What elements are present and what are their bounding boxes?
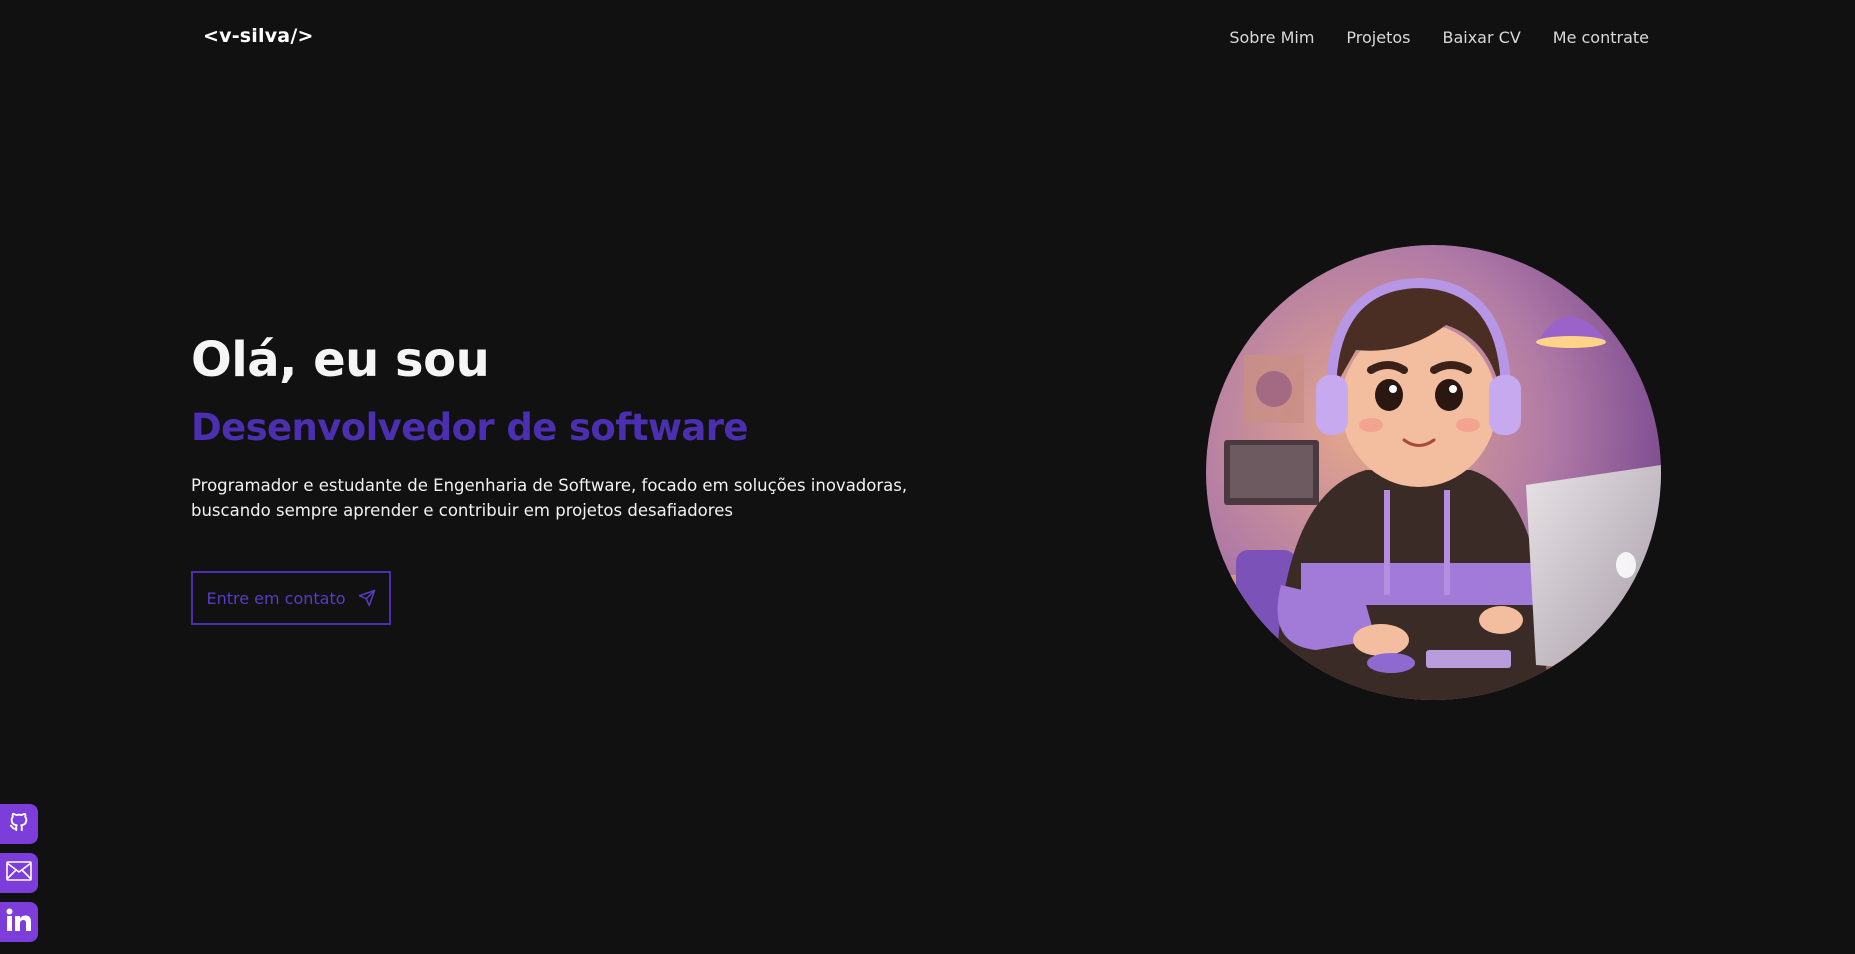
- hero-description-line-2: buscando sempre aprender e contribuir em…: [191, 501, 733, 520]
- nav-baixar-cv[interactable]: Baixar CV: [1442, 28, 1520, 47]
- hero-role: Desenvolvedor de software: [191, 406, 749, 449]
- hero-greeting: Olá, eu sou: [191, 332, 490, 388]
- nav-projetos[interactable]: Projetos: [1346, 28, 1410, 47]
- linkedin-icon: [6, 908, 32, 936]
- page: <v-silva/> Sobre Mim Projetos Baixar CV …: [0, 0, 1855, 954]
- developer-avatar-illustration: [1206, 245, 1661, 700]
- contact-button-label: Entre em contato: [206, 588, 346, 608]
- site-logo[interactable]: <v-silva/>: [203, 25, 314, 47]
- send-icon: [358, 589, 376, 607]
- main-nav: Sobre Mim Projetos Baixar CV Me contrate: [1229, 28, 1649, 47]
- email-link[interactable]: [0, 853, 38, 893]
- nav-sobre-mim[interactable]: Sobre Mim: [1229, 28, 1314, 47]
- github-link[interactable]: [0, 804, 38, 844]
- linkedin-link[interactable]: [0, 902, 38, 942]
- contact-button[interactable]: Entre em contato: [191, 571, 391, 625]
- hero-description: Programador e estudante de Engenharia de…: [191, 473, 911, 523]
- github-icon: [8, 811, 30, 837]
- hero-description-line-1: Programador e estudante de Engenharia de…: [191, 476, 908, 495]
- mail-icon: [6, 861, 32, 885]
- nav-me-contrate[interactable]: Me contrate: [1553, 28, 1649, 47]
